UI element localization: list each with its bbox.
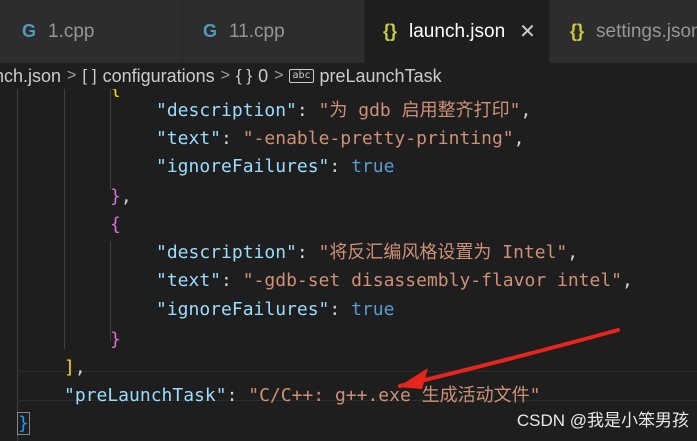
breadcrumb-index[interactable]: 0 [258,66,268,87]
object-icon: { } [235,66,253,85]
tab-11-cpp[interactable]: G 11.cpp [183,0,365,63]
tab-settings-json[interactable]: {} settings.json [550,0,697,63]
tab-label: settings.json [596,20,697,42]
tab-bar: G 1.cpp G 11.cpp {} launch.json ✕ {} set… [0,0,697,63]
code-editor[interactable]: { "description": "为 gdb 启用整齐打印", "text":… [0,89,697,441]
string-property-icon: abc [289,69,314,83]
annotation-arrow-icon [398,328,620,389]
tab-launch-json[interactable]: {} launch.json ✕ [365,0,550,63]
tab-1-cpp[interactable]: G 1.cpp [0,0,183,63]
chevron-right-icon: > [67,67,77,84]
tab-label: 1.cpp [48,20,95,42]
tab-label: 11.cpp [229,20,285,42]
breadcrumb-configurations[interactable]: configurations [103,66,215,87]
watermark: CSDN @我是小笨男孩 [516,411,689,430]
close-icon[interactable]: ✕ [519,19,536,44]
breadcrumb-task[interactable]: preLaunchTask [320,66,442,87]
array-icon: [ ] [82,66,97,85]
cpp-file-icon: G [203,21,218,41]
json-file-icon: {} [570,21,585,41]
json-file-icon: {} [383,21,398,41]
tab-label: launch.json [409,20,506,42]
breadcrumb: nch.json > [ ] configurations > { } 0 > … [0,63,697,89]
chevron-right-icon: > [220,67,230,84]
chevron-right-icon: > [274,67,284,84]
breadcrumb-file[interactable]: nch.json [0,66,61,87]
cpp-file-icon: G [22,21,37,41]
